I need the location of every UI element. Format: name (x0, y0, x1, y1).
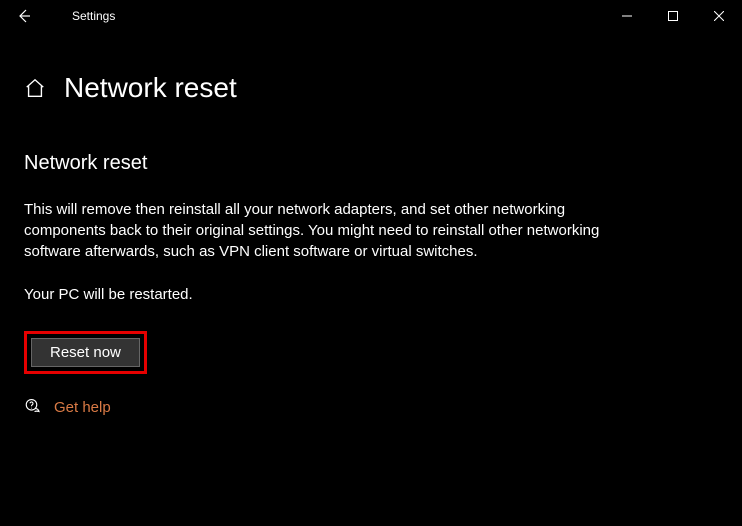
help-row: Get help (24, 398, 616, 416)
app-title: Settings (72, 9, 115, 23)
maximize-icon (668, 11, 678, 21)
section-title: Network reset (24, 152, 616, 175)
close-button[interactable] (696, 0, 742, 32)
page-header: Network reset (0, 32, 742, 104)
reset-now-button[interactable]: Reset now (31, 338, 140, 367)
minimize-icon (622, 11, 632, 21)
back-button[interactable] (0, 0, 48, 32)
get-help-link[interactable]: Get help (54, 399, 111, 416)
titlebar: Settings (0, 0, 742, 32)
home-icon (24, 77, 46, 99)
help-icon (24, 398, 42, 416)
reset-highlight: Reset now (24, 331, 147, 374)
close-icon (714, 11, 724, 21)
description-text: This will remove then reinstall all your… (24, 199, 616, 262)
maximize-button[interactable] (650, 0, 696, 32)
content: Network reset This will remove then rein… (0, 104, 640, 416)
minimize-button[interactable] (604, 0, 650, 32)
page-title: Network reset (64, 72, 237, 104)
restart-note: Your PC will be restarted. (24, 286, 616, 303)
window-controls (604, 0, 742, 32)
back-arrow-icon (16, 8, 32, 24)
